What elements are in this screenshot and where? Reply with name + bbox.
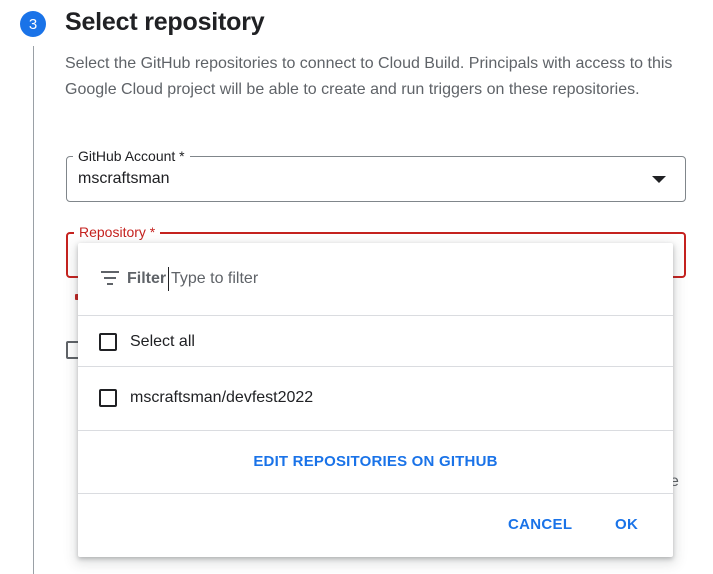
step-number-badge: 3 [20, 11, 46, 37]
step-description: Select the GitHub repositories to connec… [65, 55, 673, 98]
page-title: Select repository [65, 8, 265, 36]
github-account-label: GitHub Account * [73, 147, 190, 165]
cancel-button[interactable]: CANCEL [508, 516, 572, 533]
github-account-value: mscraftsman [78, 170, 170, 187]
step-connector-line [33, 46, 34, 574]
github-account-select[interactable]: GitHub Account * mscraftsman [66, 147, 686, 202]
option-repository[interactable]: mscraftsman/devfest2022 [78, 367, 673, 431]
repository-label: Repository * [74, 223, 161, 241]
repository-option-label: mscraftsman/devfest2022 [130, 389, 314, 406]
filter-input[interactable] [168, 267, 588, 291]
option-select-all[interactable]: Select all [78, 316, 673, 367]
select-all-label: Select all [130, 333, 195, 350]
edit-repositories-link[interactable]: EDIT REPOSITORIES ON GITHUB [78, 453, 673, 470]
filter-label: Filter [127, 270, 167, 287]
filter-row: Filter [78, 243, 673, 316]
select-all-checkbox[interactable] [99, 333, 117, 351]
edit-repositories-row: EDIT REPOSITORIES ON GITHUB [78, 431, 673, 494]
repository-checkbox[interactable] [99, 389, 117, 407]
chevron-down-icon [652, 176, 666, 183]
repository-dropdown-panel: Filter Select all mscraftsman/devfest202… [78, 243, 673, 557]
filter-icon [101, 271, 119, 285]
ok-button[interactable]: OK [615, 516, 638, 533]
